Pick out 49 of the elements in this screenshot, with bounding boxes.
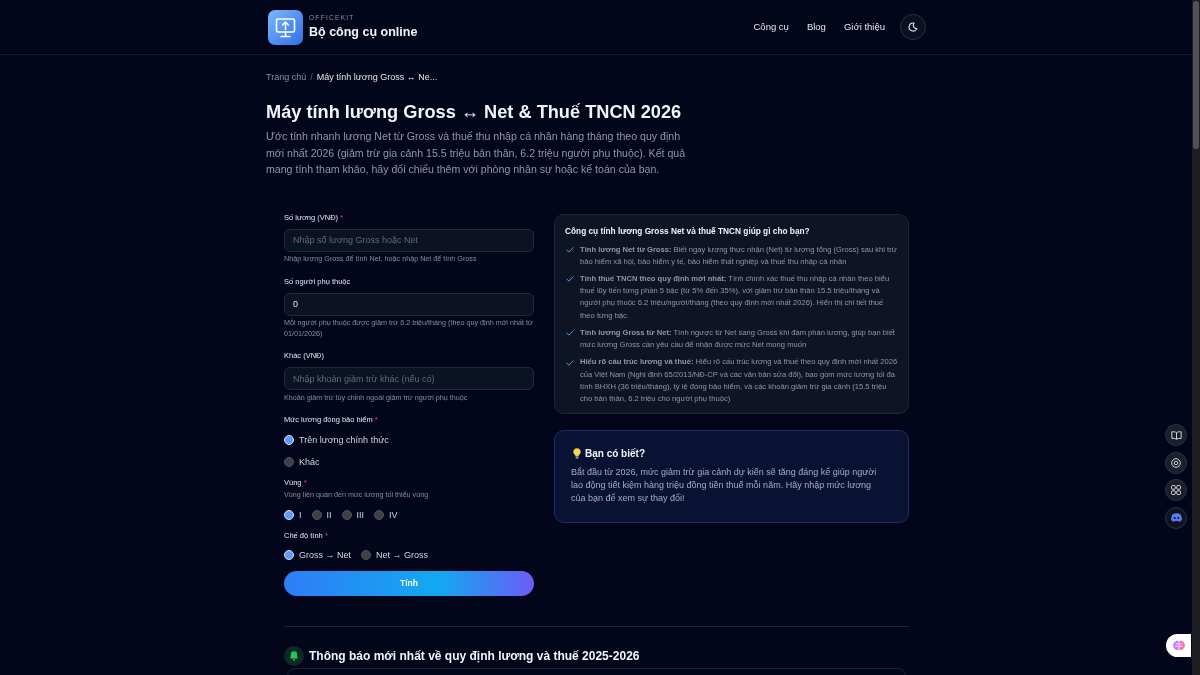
radio-label[interactable]: Gross → Net (299, 549, 351, 561)
bell-icon (284, 646, 304, 666)
page-title: Máy tính lương Gross ↔ Net & Thuế TNCN 2026 (266, 101, 683, 124)
brain-icon (1171, 639, 1186, 652)
page-description: Ước tính nhanh lương Net từ Gross và thuế thu nhập cá nhân hàng tháng theo quy định mới nhất 2026 (giảm trừ gia cảnh 15.5 triệu bản thân, 6.2 triệu người phụ thuộc). Kết quả mang tính tham khảo, hãy đối chiếu thêm với phòng nhân sự hoặc kế toán của bạn. (266, 129, 687, 177)
moon-icon (908, 22, 918, 32)
nav-link[interactable]: Giới thiệu (843, 21, 885, 33)
check-icon (566, 276, 574, 283)
radio-button[interactable] (284, 457, 294, 467)
check-icon (566, 330, 574, 337)
radio-button[interactable] (374, 509, 385, 520)
radio-label[interactable]: II (326, 508, 332, 521)
theme-toggle-button[interactable] (900, 14, 926, 40)
input-field[interactable]: Nhập số lương Gross hoặc Net (284, 228, 534, 252)
radio-button[interactable] (341, 509, 352, 520)
scrollbar-thumb[interactable] (1193, 1, 1199, 149)
tip-text: Bắt đầu từ 2026, mức giảm trừ gia cảnh dự kiến sẽ tăng đáng kể giúp người lao động tiết kiệm hàng triệu đồng tiền thuế mỗi năm. Hãy nhập mức lương của bạn để xem sự thay đổi! (571, 465, 878, 505)
assistant-button[interactable] (1166, 634, 1191, 657)
side-button[interactable] (1165, 451, 1187, 474)
breadcrumb-link[interactable]: Máy tính lương Gross ↔ Ne... (316, 72, 438, 83)
radio-button[interactable] (361, 550, 371, 560)
radio-label[interactable]: III (356, 508, 365, 521)
light-bulb-icon (573, 448, 581, 460)
nav-link[interactable]: Blog (806, 21, 826, 33)
breadcrumb-separator: / (310, 72, 313, 83)
target-icon (1171, 457, 1181, 468)
side-button[interactable] (1165, 506, 1187, 529)
side-button[interactable] (1165, 424, 1187, 446)
breadcrumb-link[interactable]: Trang chủ (266, 72, 307, 83)
input-field[interactable]: 0 (284, 292, 534, 316)
side-button[interactable] (1165, 479, 1187, 501)
radio-label[interactable]: I (299, 508, 302, 521)
check-icon (566, 359, 574, 366)
brand-title: Bộ công cụ online (309, 25, 418, 40)
info-card-title: Công cụ tính lương Gross Net và thuế TNCN giúp gì cho bạn? (565, 224, 811, 237)
check-icon (566, 247, 574, 253)
section-title: Thông báo mới nhất về quy định lương và thuế 2025-2026 (309, 648, 640, 664)
tip-title: Bạn có biết? (585, 446, 645, 461)
nav-link[interactable]: Công cụ (753, 21, 789, 33)
book-icon (1170, 430, 1182, 440)
radio-label[interactable]: Khác (299, 456, 320, 468)
logo-icon[interactable] (268, 9, 303, 45)
radio-label[interactable]: Trên lương chính thức (299, 433, 389, 446)
grid-icon (1171, 485, 1181, 495)
input-field[interactable]: Nhập khoản giảm trừ khác (nếu có) (284, 367, 534, 390)
radio-button[interactable] (311, 509, 322, 520)
bot-face-icon (1169, 512, 1183, 523)
radio-label[interactable]: IV (389, 508, 398, 521)
radio-label[interactable]: Net → Gross (376, 549, 429, 561)
